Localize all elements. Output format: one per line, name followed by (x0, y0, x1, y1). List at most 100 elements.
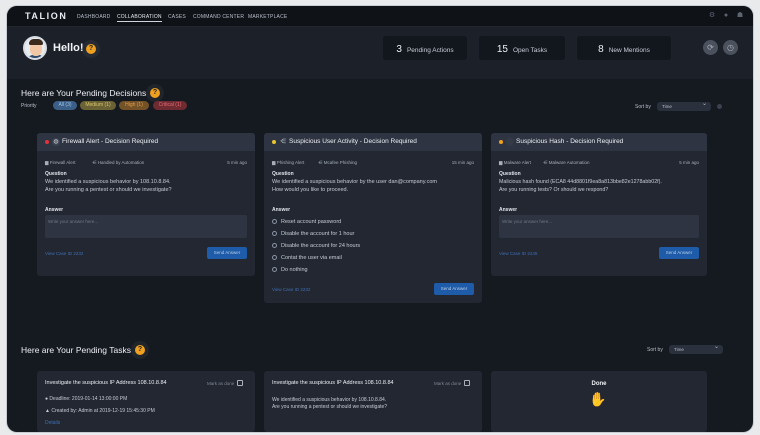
task-card: Investigate the suspicious IP Address 10… (37, 371, 255, 432)
radio-icon[interactable] (272, 243, 277, 248)
handler: ⋲ Mcafee Phishing (318, 160, 358, 165)
decision-card-hash: Suspicious Hash - Decision Required ▆ Ma… (491, 133, 707, 276)
card-title: Firewall Alert - Decision Required (62, 138, 159, 145)
notification-bell-icon[interactable]: ● (722, 12, 730, 20)
top-navigation-bar: TALION DASHBOARD COLLABORATION CASES COM… (7, 6, 753, 27)
priority-label: Priority (21, 103, 37, 109)
mark-as-done[interactable]: Mark as done (434, 380, 471, 386)
question-label: Question (45, 171, 67, 177)
tasks-section-title: Here are Your Pending Tasks (21, 345, 131, 355)
task-title: Investigate the suspicious IP Address 10… (45, 380, 167, 386)
nav-marketplace[interactable]: MARKETPLACE (248, 14, 287, 20)
question-label: Question (272, 171, 294, 177)
talion-logo[interactable]: TALION (25, 11, 67, 21)
waving-hand-icon: ✋ (589, 391, 607, 407)
card-header: ◍ Firewall Alert - Decision Required (37, 133, 255, 151)
card-header: Suspicious Hash - Decision Required (491, 133, 707, 151)
task-title: Investigate the suspicious IP Address 10… (272, 380, 394, 386)
task-description-line1: We identified a suspicious behavior by 1… (272, 397, 387, 403)
radio-icon[interactable] (272, 255, 277, 260)
refresh-icon[interactable]: ⟳ (703, 40, 718, 55)
handler: ⋲ Malware Automation (543, 160, 590, 165)
nav-command-center[interactable]: COMMAND CENTER (193, 14, 244, 20)
globe-icon: ◍ (52, 138, 60, 146)
tasks-sort-label: Sort by (647, 347, 663, 353)
nav-cases[interactable]: CASES (168, 14, 186, 20)
medium-dot-icon (272, 140, 276, 144)
alert-type: ▆ Malware Alert (499, 160, 531, 165)
decisions-section-title: Here are Your Pending Decisions (21, 88, 147, 98)
card-header: ⋲ Suspicious User Activity - Decision Re… (264, 133, 482, 151)
answer-label: Answer (499, 207, 518, 213)
settings-gear-icon[interactable]: ⚙ (708, 12, 716, 20)
hash-icon (506, 138, 514, 146)
tasks-sort-select[interactable]: Time (669, 343, 723, 354)
clock-icon[interactable]: ◷ (723, 40, 738, 55)
option-reset-password[interactable]: Reset account password (272, 219, 341, 225)
card-title: Suspicious User Activity - Decision Requ… (289, 138, 417, 145)
answer-label: Answer (272, 207, 291, 213)
decisions-help-icon[interactable]: ? (150, 88, 160, 98)
card-time: 5 min ago (227, 160, 247, 165)
option-do-nothing[interactable]: Do nothing (272, 267, 308, 273)
answer-label: Answer (45, 207, 64, 213)
option-disable-1h[interactable]: Disable the account for 1 hour (272, 231, 354, 237)
task-description-line2: Are you running a pentest or should we i… (272, 404, 388, 410)
user-avatar[interactable] (23, 36, 47, 60)
high-dot-icon (499, 140, 503, 144)
card-title: Suspicious Hash - Decision Required (516, 138, 624, 145)
card-time: 15 min ago (451, 160, 474, 165)
greeting-text: Hello! (53, 42, 84, 54)
nav-collaboration[interactable]: COLLABORATION (117, 14, 162, 22)
view-case-link[interactable]: View Case ID 2245 (499, 251, 537, 256)
send-answer-button[interactable]: Send Answer (207, 247, 247, 259)
task-card: Investigate the suspicious IP Address 10… (264, 371, 482, 432)
pending-actions-stat[interactable]: 3 Pending Actions (383, 36, 467, 60)
alert-type: ▆ Phishing Alert (272, 160, 305, 165)
question-text: Malicious hash found (ECA8 44d8801f9ea8a… (499, 179, 662, 193)
filter-chip-high[interactable]: High (1) (119, 101, 149, 110)
new-mentions-stat[interactable]: 8 New Mentions (577, 36, 671, 60)
answer-input[interactable]: Write your answer here... (45, 215, 247, 238)
task-details-link[interactable]: Details (45, 420, 60, 426)
question-text: We identified a suspicious behavior by t… (272, 179, 437, 193)
nav-dashboard[interactable]: DASHBOARD (77, 14, 110, 20)
option-disable-24h[interactable]: Disable the account for 24 hours (272, 243, 360, 249)
send-answer-button[interactable]: Send Answer (434, 283, 474, 295)
open-tasks-stat[interactable]: 15 Open Tasks (479, 36, 565, 60)
critical-dot-icon (45, 140, 49, 144)
radio-icon[interactable] (272, 219, 277, 224)
alert-type: ▆ Firewall Alert (45, 160, 76, 165)
view-case-link[interactable]: View Case ID 2232 (45, 251, 83, 256)
user-share-icon: ⋲ (280, 139, 286, 145)
question-text: We identified a suspicious behavior by 1… (45, 179, 172, 193)
send-answer-button[interactable]: Send Answer (659, 247, 699, 259)
view-case-link[interactable]: View Case ID 2232 (272, 287, 310, 292)
card-time: 5 min ago (679, 160, 699, 165)
help-icon[interactable]: ? (86, 44, 96, 54)
radio-icon[interactable] (272, 231, 277, 236)
option-contact-user[interactable]: Contat the user via email (272, 255, 342, 261)
sort-select[interactable]: Time (657, 100, 711, 111)
handler: ⋲ Handled by Automation (92, 160, 145, 165)
sort-label: Sort by (635, 104, 651, 110)
mark-as-done[interactable]: Mark as done (207, 380, 244, 386)
checkbox-icon[interactable] (237, 380, 244, 386)
question-label: Question (499, 171, 521, 177)
radio-icon[interactable] (272, 267, 277, 272)
answer-input[interactable]: Write your answer here... (499, 215, 699, 238)
task-created: ▲ Created by: Admin at 2019-12-19 15:45:… (45, 408, 155, 414)
filter-chip-medium[interactable]: Medium (1) (80, 101, 116, 110)
app-window: TALION DASHBOARD COLLABORATION CASES COM… (7, 6, 753, 432)
task-deadline: ● Deadline: 2019-01-14 13:00:00 PM (45, 396, 128, 402)
filter-chip-critical[interactable]: Critical (1) (153, 101, 187, 110)
welcome-header: Hello! ? 3 Pending Actions 15 Open Tasks 8… (7, 27, 753, 79)
sort-order-icon[interactable] (717, 104, 722, 109)
done-label: Done (591, 381, 607, 387)
checkbox-icon[interactable] (464, 380, 471, 386)
filter-chip-all[interactable]: All (3) (53, 101, 77, 110)
user-menu-icon[interactable]: ☗ (736, 12, 744, 20)
tasks-help-icon[interactable]: ? (135, 345, 145, 355)
done-card: Done ✋ (491, 371, 707, 432)
decision-card-firewall: ◍ Firewall Alert - Decision Required ▆ F… (37, 133, 255, 276)
